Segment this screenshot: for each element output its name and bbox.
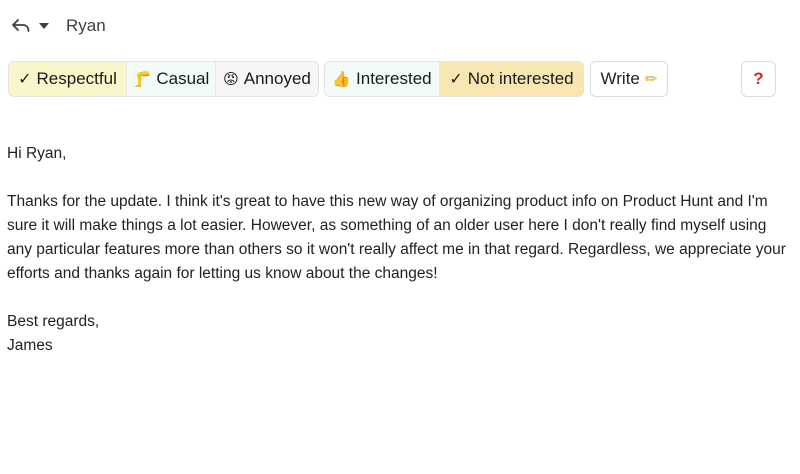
help-label: ? [753,69,764,88]
email-signature: James [7,337,53,354]
tone-annoyed-label: Annoyed [243,69,311,88]
tone-casual-label: Casual [156,69,210,88]
interested-label: Interested [356,69,432,88]
not-interested-button[interactable]: ✓ Not interested [439,62,583,96]
email-greeting: Hi Ryan, [7,145,67,162]
check-icon: ✓ [18,71,32,88]
tone-casual-button[interactable]: 🦵 Casual [126,62,215,96]
check-icon: ✓ [449,71,463,88]
caret-shape [39,23,49,29]
email-closing: Best regards, [7,313,100,330]
tone-annoyed-button[interactable]: 😡 Annoyed [215,62,318,96]
write-label: Write [600,69,640,88]
angry-face-icon: 😡 [223,70,239,88]
interest-button-group: 👍 Interested ✓ Not interested [324,61,584,97]
tone-respectful-button[interactable]: ✓ Respectful [9,62,126,96]
pencil-icon: ✏ [644,70,658,88]
email-paragraph: Thanks for the update. I think it's grea… [7,193,786,282]
reply-arrow-icon [12,19,30,32]
email-reply-composer: Ryan ✓ Respectful 🦵 Casual 😡 Annoyed 👍 I… [0,0,800,474]
email-body[interactable]: Hi Ryan, Thanks for the update. I think … [7,142,792,358]
thumbs-up-icon: 👍 [332,70,352,88]
not-interested-label: Not interested [467,69,574,88]
tone-respectful-label: Respectful [36,69,117,88]
reply-header: Ryan [10,12,106,40]
reply-toolbar: ✓ Respectful 🦵 Casual 😡 Annoyed 👍 Intere… [8,61,776,97]
write-button[interactable]: Write ✏ [590,61,668,97]
tone-button-group: ✓ Respectful 🦵 Casual 😡 Annoyed [8,61,319,97]
interested-button[interactable]: 👍 Interested [325,62,439,96]
help-button[interactable]: ? [741,61,776,97]
reply-icon[interactable] [10,15,32,37]
leg-emoji-icon: 🦵 [132,70,152,88]
caret-down-icon[interactable] [36,15,52,37]
recipient-name[interactable]: Ryan [66,16,106,36]
